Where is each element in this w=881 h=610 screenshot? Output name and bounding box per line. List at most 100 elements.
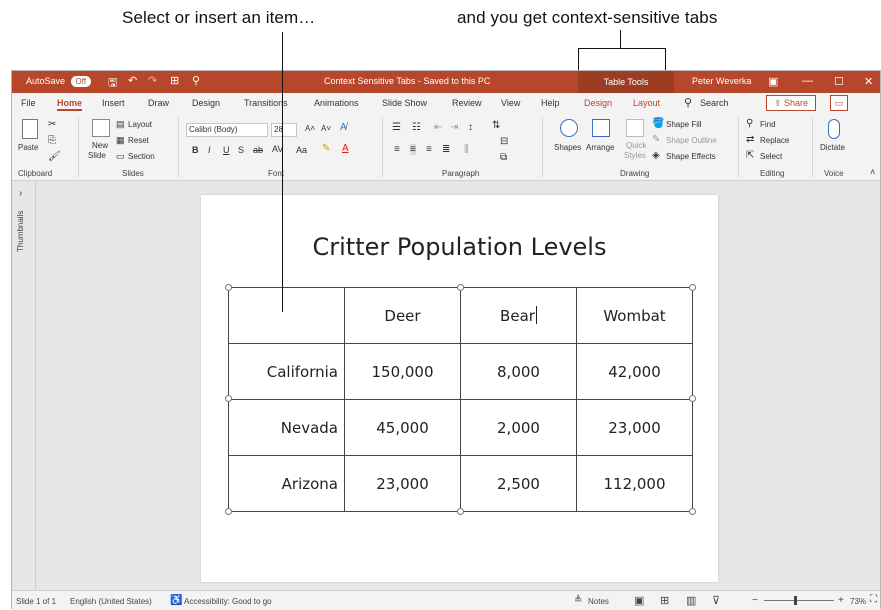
resize-handle-top-middle[interactable]	[457, 284, 464, 291]
section-button[interactable]: Section	[128, 152, 155, 161]
table-cell[interactable]: 45,000	[344, 399, 461, 456]
layout-button[interactable]: Layout	[128, 120, 152, 129]
table-row-header[interactable]: Arizona	[228, 455, 345, 512]
tab-animations[interactable]: Animations	[314, 98, 359, 108]
notes-button[interactable]: Notes	[588, 597, 609, 606]
zoom-out-icon[interactable]: −	[752, 595, 758, 606]
strikethrough-button[interactable]: ab	[253, 145, 263, 155]
tab-insert[interactable]: Insert	[102, 98, 125, 108]
table-cell[interactable]: 2,000	[460, 399, 577, 456]
increase-indent-icon[interactable]: ⇥	[450, 122, 458, 133]
redo-icon[interactable]: ↷	[148, 74, 157, 87]
reset-icon[interactable]: ▦	[116, 135, 125, 146]
comments-button[interactable]: ▭	[830, 95, 848, 111]
quick-styles-icon[interactable]	[626, 119, 644, 137]
table-row-header[interactable]: Nevada	[228, 399, 345, 456]
undo-icon[interactable]: ↶	[128, 74, 137, 87]
underline-button[interactable]: U	[223, 145, 230, 155]
maximize-icon[interactable]: ☐	[834, 75, 844, 88]
new-slide-button-line2[interactable]: Slide	[88, 151, 106, 160]
user-name[interactable]: Peter Weverka	[692, 76, 751, 86]
table-header-cell[interactable]: Deer	[344, 287, 461, 344]
bold-button[interactable]: B	[192, 145, 199, 155]
tab-slide-show[interactable]: Slide Show	[382, 98, 427, 108]
tab-review[interactable]: Review	[452, 98, 482, 108]
notes-icon[interactable]: ≜	[574, 595, 582, 606]
font-name-input[interactable]: Calibri (Body)	[186, 123, 268, 137]
shape-effects-button[interactable]: Shape Effects	[666, 152, 716, 161]
resize-handle-bottom-right[interactable]	[689, 508, 696, 515]
change-case-button[interactable]: Aa	[296, 145, 307, 155]
columns-icon[interactable]: ⫼	[464, 144, 469, 155]
slide-sorter-icon[interactable]: ⊞	[660, 594, 669, 607]
share-button[interactable]: ⇪ Share	[766, 95, 816, 111]
layout-icon[interactable]: ▤	[116, 119, 125, 130]
decrease-indent-icon[interactable]: ⇤	[434, 122, 442, 133]
align-left-icon[interactable]: ≡	[394, 144, 400, 155]
dictate-button[interactable]: Dictate	[820, 143, 845, 152]
expand-thumbnails-icon[interactable]: ›	[19, 188, 22, 199]
copy-icon[interactable]: ⎘	[48, 135, 56, 146]
zoom-level[interactable]: 73%	[850, 597, 866, 606]
normal-view-icon[interactable]: ▣	[634, 594, 644, 607]
tab-draw[interactable]: Draw	[148, 98, 169, 108]
shrink-font-button[interactable]: A˅	[321, 124, 331, 133]
table-cell[interactable]: 42,000	[576, 343, 693, 400]
shape-outline-icon[interactable]: ✎	[652, 134, 660, 145]
shape-effects-icon[interactable]: ◈	[652, 150, 660, 161]
table-cell[interactable]: 2,500	[460, 455, 577, 512]
highlight-icon[interactable]: ✎	[322, 143, 330, 154]
smartart-icon[interactable]: ⧉	[500, 152, 507, 163]
find-icon[interactable]: ⚲	[746, 118, 753, 129]
arrange-button[interactable]: Arrange	[586, 143, 614, 152]
tab-table-layout[interactable]: Layout	[633, 98, 660, 108]
table-header-cell[interactable]: Wombat	[576, 287, 693, 344]
font-color-icon[interactable]: A	[342, 143, 349, 154]
present-icon[interactable]: ⊞	[170, 74, 179, 87]
font-size-input[interactable]: 28	[271, 123, 297, 137]
find-button[interactable]: Find	[760, 120, 776, 129]
reset-button[interactable]: Reset	[128, 136, 149, 145]
language-indicator[interactable]: English (United States)	[70, 597, 152, 606]
line-spacing-icon[interactable]: ↕	[468, 122, 473, 133]
quick-styles-button[interactable]: Quick	[626, 141, 646, 150]
autosave-toggle[interactable]: Off	[70, 76, 92, 87]
new-slide-button[interactable]: New	[92, 141, 108, 150]
new-slide-icon[interactable]	[92, 119, 110, 137]
table-cell-selected[interactable]	[228, 287, 345, 344]
align-text-icon[interactable]: ⊟	[500, 136, 508, 147]
clear-formatting-icon[interactable]: A̸	[340, 122, 347, 133]
slide-canvas[interactable]: Critter Population Levels Deer Bear Womb…	[201, 195, 718, 582]
minimize-icon[interactable]: —	[802, 75, 813, 87]
resize-handle-bottom-middle[interactable]	[457, 508, 464, 515]
accessibility-status[interactable]: Accessibility: Good to go	[184, 597, 272, 606]
grow-font-button[interactable]: A˄	[305, 124, 315, 133]
shapes-button[interactable]: Shapes	[554, 143, 581, 152]
format-painter-icon[interactable]: 🖌	[48, 151, 61, 162]
data-table[interactable]: Deer Bear Wombat California 150,000 8,00…	[228, 287, 693, 512]
resize-handle-top-right[interactable]	[689, 284, 696, 291]
table-row-header[interactable]: California	[228, 343, 345, 400]
ribbon-display-icon[interactable]: ▣	[768, 75, 778, 88]
shape-fill-button[interactable]: Shape Fill	[666, 120, 702, 129]
tab-design[interactable]: Design	[192, 98, 220, 108]
accessibility-icon[interactable]: ♿	[170, 595, 182, 606]
select-button[interactable]: Select	[760, 152, 782, 161]
align-right-icon[interactable]: ≡	[426, 144, 432, 155]
tab-home[interactable]: Home	[57, 98, 83, 111]
slide-title[interactable]: Critter Population Levels	[201, 233, 718, 261]
section-icon[interactable]: ▭	[116, 151, 125, 162]
replace-button[interactable]: Replace	[760, 136, 789, 145]
zoom-in-icon[interactable]: +	[838, 595, 844, 606]
italic-button[interactable]: I	[208, 145, 211, 155]
tab-view[interactable]: View	[501, 98, 520, 108]
zoom-slider-thumb[interactable]	[794, 596, 797, 605]
quick-styles-button-line2[interactable]: Styles	[624, 151, 646, 160]
resize-handle-middle-right[interactable]	[689, 395, 696, 402]
table-cell[interactable]: 150,000	[344, 343, 461, 400]
select-icon[interactable]: ⇱	[746, 150, 754, 161]
microphone-icon[interactable]	[828, 119, 840, 139]
shape-outline-button[interactable]: Shape Outline	[666, 136, 717, 145]
resize-handle-middle-left[interactable]	[225, 395, 232, 402]
shadow-button[interactable]: S	[238, 145, 244, 155]
